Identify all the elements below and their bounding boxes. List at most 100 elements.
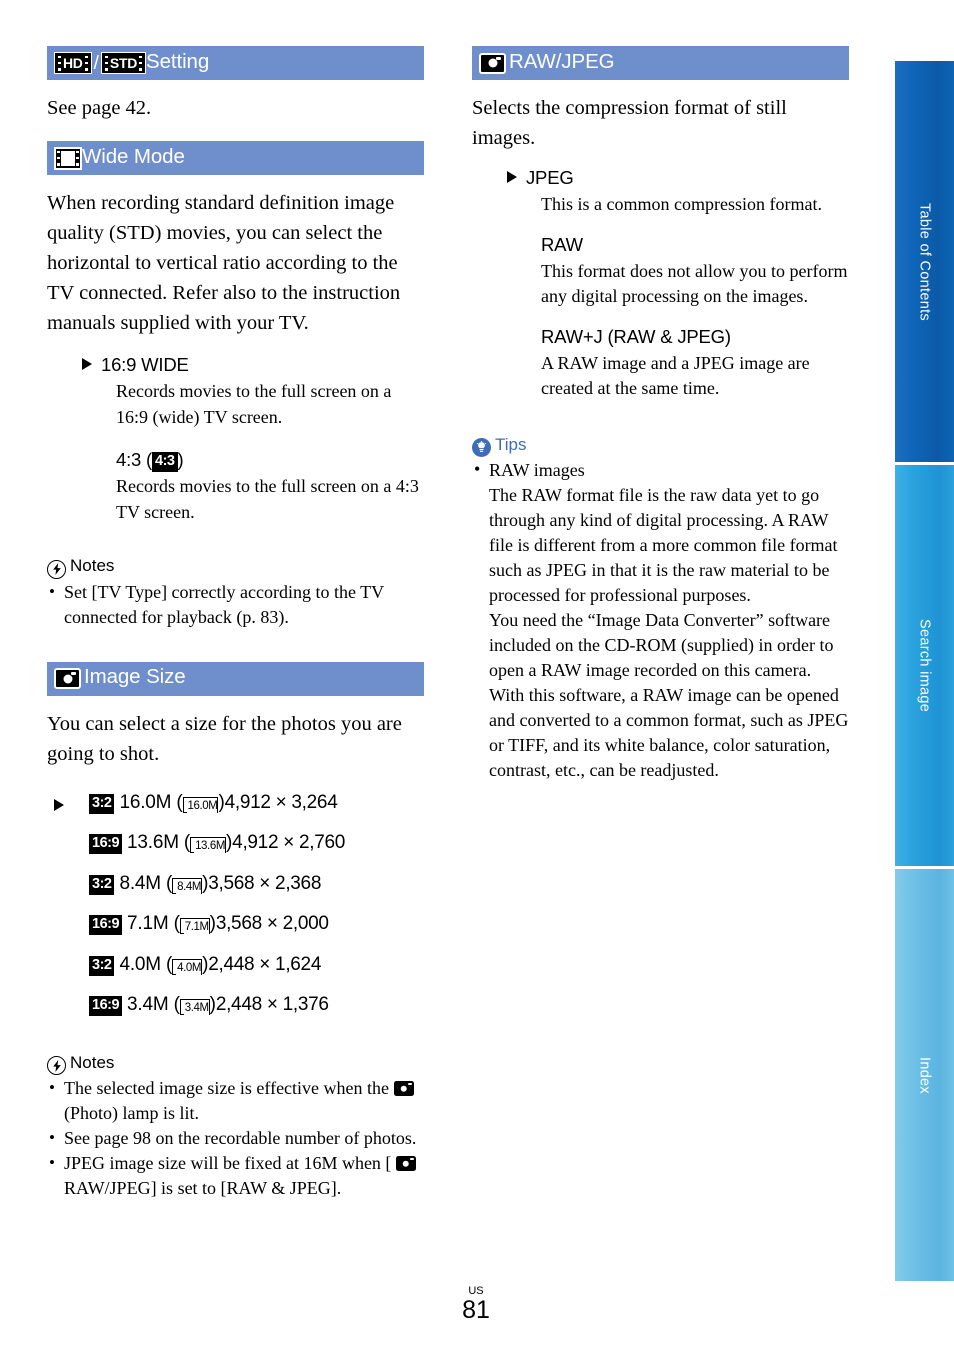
pixel-dimensions: 3,568 × 2,368: [208, 872, 322, 894]
selected-triangle-icon: [507, 171, 517, 183]
option-4-3-label-prefix: 4:3 (: [116, 449, 153, 470]
list-item: 3:2 4.0M (4.0M)2,448 × 1,624: [47, 945, 424, 986]
megapixel-label: 13.6M: [127, 832, 179, 853]
pixel-dimensions: 4,912 × 2,760: [232, 832, 346, 853]
pixel-dimensions: 2,448 × 1,376: [215, 994, 329, 1015]
list-item: 3:2 8.4M (8.4M)3,568 × 2,368: [47, 864, 424, 905]
section-title-hdstd-setting: Setting: [146, 49, 210, 73]
pixel-dimensions: 3,568 × 2,000: [215, 913, 329, 934]
size-frame-glyph: 8.4M: [172, 877, 203, 894]
option-jpeg-heading: JPEG: [507, 165, 849, 191]
option-raw-plus-jpeg: RAW+J (RAW & JPEG) A RAW image and a JPE…: [507, 324, 849, 402]
list-item: 3:2 16.0M (16.0M)4,912 × 3,264: [47, 783, 424, 824]
tips-content: RAW images The RAW format file is the ra…: [472, 458, 849, 783]
size-frame-glyph: 13.6M: [190, 837, 227, 853]
image-size-body-text: You can select a size for the photos you…: [47, 712, 402, 765]
megapixel-label: 4.0M: [119, 953, 161, 975]
wide-mode-body-text: When recording standard definition image…: [47, 192, 401, 334]
camera-icon: [54, 668, 81, 689]
raw-jpeg-tips: Tips RAW images The RAW format file is t…: [472, 434, 849, 783]
wide-mode-notes-list: Set [TV Type] correctly according to the…: [47, 579, 424, 630]
list-item: 16:9 13.6M (13.6M)4,912 × 2,760: [47, 823, 424, 864]
section-title-raw-jpeg: RAW/JPEG: [509, 49, 615, 73]
tab-table-of-contents[interactable]: Table of Contents: [895, 60, 954, 463]
tab-index-label: Index: [916, 1056, 933, 1094]
option-4-3-label-suffix: ): [177, 449, 184, 470]
image-size-notes-list: The selected image size is effective whe…: [47, 1075, 424, 1201]
hd-film-badge-icon: HD: [54, 52, 92, 74]
tips-title: Tips: [472, 434, 849, 457]
megapixel-label: 7.1M: [127, 913, 169, 934]
aspect-ratio-badge-4-3: 4:3: [152, 452, 178, 472]
hdstd-separator: /: [93, 52, 99, 74]
page-footer: US 81: [0, 1286, 954, 1324]
tips-bulb-icon: [472, 437, 491, 457]
right-column: RAW/JPEG Selects the compression format …: [472, 46, 849, 783]
size-frame-glyph: 3.4M: [179, 999, 210, 1015]
option-raw-plus-jpeg-heading: RAW+J (RAW & JPEG): [541, 325, 731, 347]
selected-triangle-icon: [82, 358, 92, 370]
tips-heading: RAW images: [489, 458, 849, 483]
section-header-raw-jpeg: RAW/JPEG: [472, 46, 849, 80]
tips-paragraph-1: The RAW format file is the raw data yet …: [489, 484, 838, 605]
option-16-9-wide-label: 16:9 WIDE: [101, 354, 189, 375]
aspect-ratio-badge: 16:9: [89, 996, 123, 1016]
camera-icon: [479, 52, 506, 74]
notes-label: Notes: [70, 1052, 115, 1072]
tips-paragraph-2: You need the “Image Data Converter” soft…: [489, 609, 849, 780]
section-header-hdstd-setting: HD / STD Setting: [47, 46, 424, 80]
size-frame-glyph: 16.0M: [182, 796, 219, 813]
notes-label: Notes: [70, 556, 115, 575]
option-jpeg-desc: This is a common compression format.: [541, 194, 822, 214]
aspect-ratio-badge: 16:9: [89, 834, 123, 854]
camera-icon: [395, 1156, 416, 1171]
document-page: HD / STD Setting See page 42. Wide Mode …: [0, 0, 954, 1357]
film-frame-icon: [54, 146, 82, 170]
pixel-dimensions: 4,912 × 3,264: [224, 791, 338, 813]
std-film-badge-icon: STD: [100, 52, 147, 74]
option-jpeg-label: JPEG: [526, 167, 574, 188]
option-16-9-wide-heading: 16:9 WIDE: [82, 352, 424, 378]
aspect-ratio-badge: 3:2: [89, 955, 115, 976]
left-column: HD / STD Setting See page 42. Wide Mode …: [47, 46, 424, 1201]
list-item: 16:9 7.1M (7.1M)3,568 × 2,000: [47, 904, 424, 945]
option-raw-desc: This format does not allow you to perfor…: [541, 260, 848, 307]
hdstd-body-text: See page 42.: [47, 97, 152, 119]
wide-mode-notes: Notes Set [TV Type] correctly according …: [47, 555, 424, 630]
option-4-3-desc: Records movies to the full screen on a 4…: [116, 476, 419, 522]
side-navigation-tabs: Table of Contents Search image Index: [895, 60, 954, 1282]
size-frame-glyph: 4.0M: [172, 958, 203, 975]
list-item: The selected image size is effective whe…: [47, 1075, 424, 1126]
option-4-3: 4:3 (4:3) Records movies to the full scr…: [82, 447, 424, 525]
option-raw-plus-jpeg-desc: A RAW image and a JPEG image are created…: [541, 352, 810, 399]
image-size-list: 3:2 16.0M (16.0M)4,912 × 3,264 16:9 13.6M …: [47, 783, 424, 1026]
tab-index[interactable]: Index: [895, 868, 954, 1282]
list-item: See page 98 on the recordable number of …: [47, 1125, 424, 1151]
tips-label: Tips: [495, 434, 527, 454]
section-title-wide-mode: Wide Mode: [82, 144, 185, 168]
option-raw-heading: RAW: [541, 233, 583, 255]
image-size-notes-title: Notes: [47, 1052, 424, 1075]
option-16-9-wide: 16:9 WIDE Records movies to the full scr…: [82, 352, 424, 430]
tab-search-image-label: Search image: [916, 618, 933, 713]
camera-icon: [393, 1081, 414, 1096]
megapixel-label: 16.0M: [119, 791, 172, 813]
selected-triangle-icon: [54, 798, 64, 811]
megapixel-label: 8.4M: [119, 872, 161, 894]
size-frame-glyph: 7.1M: [179, 918, 210, 934]
option-jpeg: JPEG This is a common compression format…: [507, 165, 849, 218]
list-item: JPEG image size will be fixed at 16M whe…: [47, 1150, 424, 1201]
page-number: 81: [462, 1296, 490, 1324]
section-header-wide-mode: Wide Mode: [47, 141, 424, 175]
aspect-ratio-badge: 3:2: [89, 874, 115, 895]
wide-mode-notes-title: Notes: [47, 555, 424, 579]
tab-table-of-contents-label: Table of Contents: [916, 202, 933, 321]
option-16-9-wide-desc: Records movies to the full screen on a 1…: [116, 381, 392, 427]
pixel-dimensions: 2,448 × 1,624: [208, 953, 322, 975]
tab-search-image[interactable]: Search image: [895, 464, 954, 867]
std-badge-label: STD: [108, 55, 139, 71]
option-4-3-heading: 4:3 (4:3): [116, 447, 424, 473]
image-size-notes: Notes The selected image size is effecti…: [47, 1052, 424, 1202]
notes-bolt-icon: [47, 559, 66, 579]
raw-jpeg-body-text: Selects the compression format of still …: [472, 97, 787, 149]
